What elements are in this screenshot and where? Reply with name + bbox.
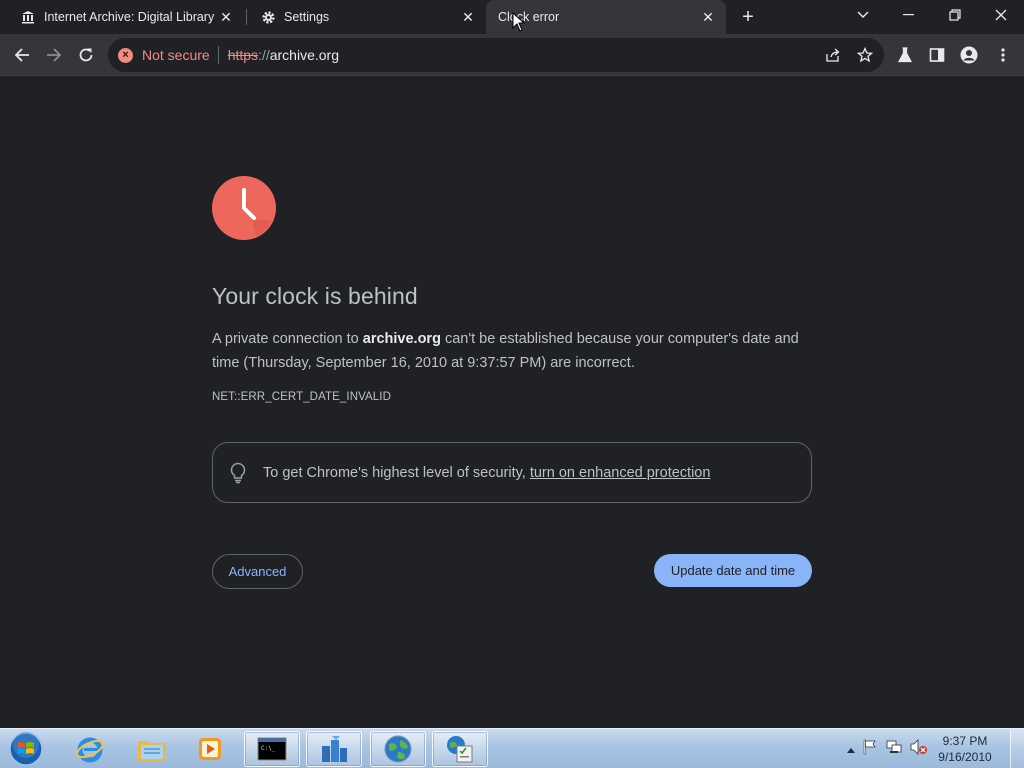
- internet-explorer-icon: [76, 737, 104, 763]
- restore-icon: [949, 9, 961, 21]
- show-desktop-button[interactable]: [1010, 729, 1024, 768]
- close-icon[interactable]: ✕: [698, 7, 718, 27]
- lightbulb-icon: [230, 462, 246, 483]
- minimize-icon: [903, 14, 914, 16]
- enhanced-protection-banner: To get Chrome's highest level of securit…: [212, 442, 812, 503]
- new-tab-button[interactable]: +: [736, 5, 760, 29]
- avatar-icon: [960, 46, 978, 64]
- taskbar-app-control-panel[interactable]: [432, 731, 488, 767]
- flag-icon: [863, 739, 876, 754]
- side-panel-icon: [929, 48, 945, 62]
- security-label: Not secure: [142, 47, 210, 63]
- enhanced-protection-text: To get Chrome's highest level of securit…: [263, 465, 710, 481]
- share-button[interactable]: [824, 46, 842, 64]
- url-separator: ://: [258, 47, 270, 63]
- back-button[interactable]: [8, 41, 36, 69]
- clock-icon: [212, 176, 276, 240]
- clock-date: 9/16/2010: [938, 750, 992, 764]
- show-hidden-icons-button[interactable]: [844, 740, 858, 758]
- enhanced-protection-link[interactable]: turn on enhanced protection: [530, 465, 711, 481]
- network-icon: [886, 740, 902, 753]
- tab-settings[interactable]: Settings ✕: [240, 0, 486, 34]
- start-button[interactable]: [6, 731, 46, 767]
- system-tray: [844, 729, 928, 768]
- minimize-button[interactable]: [886, 0, 932, 30]
- clock-time: 9:37 PM: [942, 734, 988, 748]
- volume-tray-button[interactable]: [910, 738, 928, 760]
- labs-button[interactable]: [896, 46, 914, 64]
- error-description: A private connection to archive.org can'…: [212, 327, 812, 375]
- tab-title: Settings: [284, 10, 330, 24]
- tab-title: Internet Archive: Digital Library of Fre…: [44, 10, 216, 24]
- security-chip[interactable]: × Not secure: [108, 38, 218, 72]
- desc-prefix: A private connection to: [212, 331, 363, 347]
- interstitial-page: Your clock is behind A private connectio…: [0, 77, 1024, 728]
- advanced-button[interactable]: Advanced: [212, 554, 303, 589]
- page-title: Your clock is behind: [212, 283, 418, 309]
- windows-taskbar: C:\_ 9:37 PM 9/16/2010: [0, 728, 1024, 768]
- enhanced-prefix: To get Chrome's highest level of securit…: [263, 464, 530, 481]
- taskbar-app-cmd[interactable]: C:\_: [244, 731, 300, 767]
- reload-button[interactable]: [72, 41, 100, 69]
- desc-host: archive.org: [362, 331, 441, 347]
- forward-button[interactable]: [40, 41, 68, 69]
- url-scheme: https: [227, 47, 259, 63]
- profile-button[interactable]: [960, 46, 978, 64]
- arrow-left-icon: [14, 48, 29, 62]
- taskbar-app-media-player[interactable]: [182, 731, 238, 767]
- media-player-icon: [199, 738, 221, 760]
- star-icon: [857, 47, 873, 63]
- flask-icon: [898, 47, 912, 63]
- arrow-right-icon: [47, 48, 62, 62]
- network-tray-button[interactable]: [886, 739, 904, 760]
- taskbar-clock[interactable]: 9:37 PM 9/16/2010: [930, 733, 1000, 765]
- side-panel-button[interactable]: [928, 46, 946, 64]
- taskbar-app-network[interactable]: [306, 731, 362, 767]
- windows-explorer-icon: [138, 741, 166, 761]
- taskbar-app-globe[interactable]: [370, 731, 426, 767]
- tab-search-button[interactable]: [840, 0, 886, 30]
- bookmark-button[interactable]: [856, 46, 874, 64]
- museum-icon: [20, 9, 36, 25]
- tab-internet-archive[interactable]: Internet Archive: Digital Library of Fre…: [0, 0, 244, 34]
- action-center-button[interactable]: [862, 739, 880, 760]
- restore-button[interactable]: [932, 0, 978, 30]
- address-bar[interactable]: × Not secure https://archive.org: [108, 38, 884, 72]
- url-host: archive.org: [269, 47, 339, 63]
- error-icon: ×: [118, 47, 133, 63]
- update-date-time-button[interactable]: Update date and time: [654, 554, 812, 587]
- error-code: NET::ERR_CERT_DATE_INVALID: [212, 391, 391, 403]
- mouse-cursor-icon: [512, 12, 526, 32]
- share-icon: [826, 48, 840, 62]
- taskbar-app-explorer[interactable]: [124, 731, 180, 767]
- globe-app-icon: [384, 735, 412, 763]
- menu-button[interactable]: [994, 46, 1012, 64]
- close-icon: [995, 9, 1007, 21]
- more-vert-icon: [1001, 48, 1005, 62]
- taskbar-app-ie[interactable]: [62, 731, 118, 767]
- windows-logo-icon: [9, 732, 43, 766]
- close-icon[interactable]: ✕: [458, 7, 478, 27]
- url-text[interactable]: https://archive.org: [228, 47, 339, 63]
- command-prompt-icon: C:\_: [257, 737, 287, 761]
- speaker-muted-icon: [910, 738, 927, 755]
- browser-toolbar: × Not secure https://archive.org: [0, 34, 1024, 76]
- chevron-up-icon: [847, 748, 855, 753]
- close-icon[interactable]: ✕: [216, 7, 236, 27]
- gear-icon: [260, 9, 276, 25]
- reload-icon: [79, 48, 93, 62]
- tab-title: Clock error: [498, 10, 560, 24]
- network-app-icon: [322, 736, 347, 762]
- close-window-button[interactable]: [978, 0, 1024, 30]
- control-panel-icon: [447, 736, 473, 763]
- chevron-down-icon: [857, 11, 869, 18]
- omnibox-divider: [217, 46, 219, 64]
- svg-text:C:\_: C:\_: [261, 745, 276, 752]
